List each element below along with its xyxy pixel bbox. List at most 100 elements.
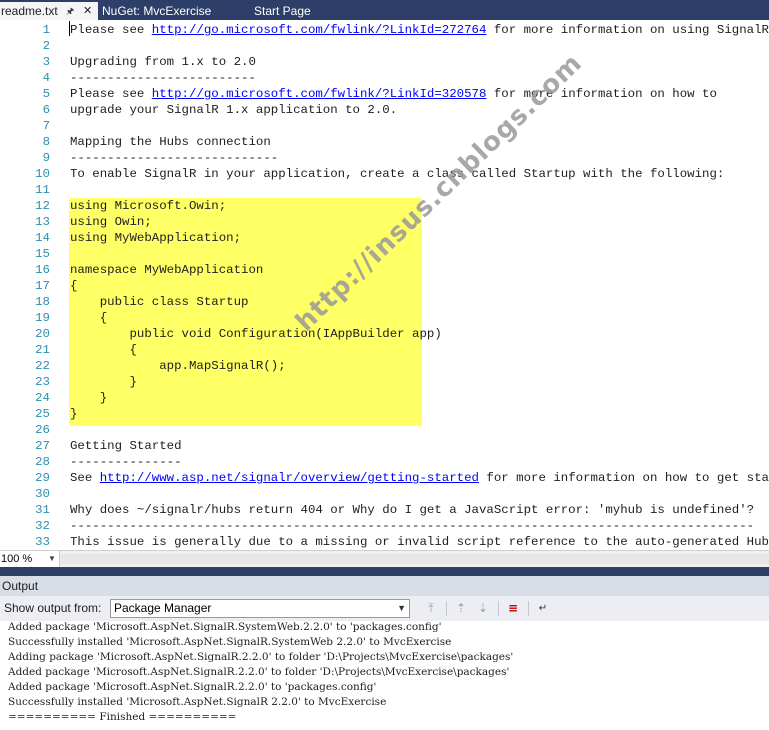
line-number: 13 <box>35 215 50 229</box>
editor-status-strip: 100 % ▼ <box>0 550 769 567</box>
text-run: ---------------------------- <box>70 151 279 165</box>
pin-icon[interactable]: 🖈 <box>66 2 74 20</box>
line-text: Please see http://go.microsoft.com/fwlin… <box>70 86 717 102</box>
line-text: } <box>70 390 107 406</box>
line-number: 15 <box>35 247 50 261</box>
line-text: using Microsoft.Owin; <box>70 198 226 214</box>
horizontal-scrollbar[interactable] <box>61 554 769 564</box>
text-run: using Microsoft.Owin; <box>70 199 227 213</box>
editor-line: 21 { <box>0 342 769 358</box>
line-number: 5 <box>42 87 50 101</box>
editor-line: 29 See http://www.asp.net/signalr/overvie… <box>0 470 769 486</box>
toolbar-separator <box>446 601 447 616</box>
text-run: ------------------------- <box>70 71 256 85</box>
editor-line: 3 Upgrading from 1.x to 2.0 <box>0 54 769 70</box>
text-editor[interactable]: 1 Please see http://go.microsoft.com/fwli… <box>0 20 769 550</box>
tab-label: NuGet: MvcExercise <box>102 4 212 18</box>
tab-nuget[interactable]: NuGet: MvcExercise <box>102 2 211 20</box>
document-tab-bar: readme.txt 🖈 ✕ NuGet: MvcExercise Start … <box>0 0 769 20</box>
text-run: using Owin; <box>70 215 152 229</box>
line-number: 9 <box>42 151 50 165</box>
show-output-label: Show output from: <box>4 601 102 615</box>
find-message-icon[interactable]: ⤒ <box>422 600 440 617</box>
line-number: 1 <box>42 23 50 37</box>
editor-line: 28 --------------- <box>0 454 769 470</box>
text-run: This issue is generally due to a missing… <box>70 535 769 549</box>
line-number: 29 <box>35 471 50 485</box>
output-toolbar: Show output from: Package Manager ▼ ⤒ ⇡ … <box>0 596 769 621</box>
tab-start-page[interactable]: Start Page <box>254 2 311 20</box>
editor-line: 17 { <box>0 278 769 294</box>
editor-line: 9 ---------------------------- <box>0 150 769 166</box>
editor-line: 32 --------------------------------------… <box>0 518 769 534</box>
line-number: 12 <box>35 199 50 213</box>
chevron-down-icon: ▼ <box>397 603 406 613</box>
toggle-word-wrap-icon[interactable]: ↵ <box>534 600 552 617</box>
go-previous-icon[interactable]: ⇡ <box>452 600 470 617</box>
line-text: } <box>70 406 77 422</box>
go-next-icon[interactable]: ⇣ <box>474 600 492 617</box>
output-source-select[interactable]: Package Manager ▼ <box>110 599 410 618</box>
output-line: Adding package 'Microsoft.AspNet.SignalR… <box>8 651 514 663</box>
line-number: 10 <box>35 167 50 181</box>
line-text: --------------- <box>70 454 182 470</box>
line-text: public class Startup <box>70 294 249 310</box>
line-text: Why does ~/signalr/hubs return 404 or Wh… <box>70 502 754 518</box>
line-number: 30 <box>35 487 50 501</box>
line-number: 11 <box>35 183 50 197</box>
editor-line: 10 To enable SignalR in your application,… <box>0 166 769 182</box>
line-number: 20 <box>35 327 50 341</box>
line-number: 27 <box>35 439 50 453</box>
editor-line: 6 upgrade your SignalR 1.x application to… <box>0 102 769 118</box>
tab-label: Start Page <box>254 4 311 18</box>
line-number: 6 <box>42 103 50 117</box>
line-text: Upgrading from 1.x to 2.0 <box>70 54 256 70</box>
line-number: 7 <box>42 119 50 133</box>
hyperlink[interactable]: http://go.microsoft.com/fwlink/?LinkId=2… <box>152 23 487 37</box>
line-text: ------------------------- <box>70 70 256 86</box>
line-number: 18 <box>35 295 50 309</box>
text-run: See <box>70 471 100 485</box>
line-text: using MyWebApplication; <box>70 230 241 246</box>
tab-label: readme.txt <box>1 4 58 18</box>
line-number: 8 <box>42 135 50 149</box>
text-run: namespace MyWebApplication <box>70 263 264 277</box>
text-run: --------------- <box>70 455 182 469</box>
line-text: ----------------------------------------… <box>70 518 754 534</box>
line-number: 32 <box>35 519 50 533</box>
editor-line: 7 <box>0 118 769 134</box>
output-line: Added package 'Microsoft.AspNet.SignalR.… <box>8 621 442 633</box>
tab-readme[interactable]: readme.txt 🖈 ✕ <box>0 2 98 20</box>
text-run: Mapping the Hubs connection <box>70 135 271 149</box>
line-number: 26 <box>35 423 50 437</box>
close-icon[interactable]: ✕ <box>83 2 92 20</box>
panel-splitter[interactable] <box>0 567 769 576</box>
line-text: ---------------------------- <box>70 150 278 166</box>
text-caret <box>69 21 70 36</box>
toolbar-separator <box>528 601 529 616</box>
output-panel-title: Output <box>0 576 769 596</box>
line-text: public void Configuration(IAppBuilder ap… <box>70 326 441 342</box>
output-text-area[interactable]: Added package 'Microsoft.AspNet.SignalR.… <box>0 621 769 730</box>
clear-all-icon[interactable]: ≡ <box>504 600 522 617</box>
hyperlink[interactable]: http://www.asp.net/signalr/overview/gett… <box>100 471 479 485</box>
text-run: { <box>70 343 137 357</box>
line-number: 4 <box>42 71 50 85</box>
line-number: 22 <box>35 359 50 373</box>
hyperlink[interactable]: http://go.microsoft.com/fwlink/?LinkId=3… <box>152 87 487 101</box>
editor-line: 4 ------------------------- <box>0 70 769 86</box>
line-text: This issue is generally due to a missing… <box>70 534 769 550</box>
editor-line: 23 } <box>0 374 769 390</box>
output-source-value: Package Manager <box>114 601 212 615</box>
toolbar-separator <box>498 601 499 616</box>
editor-line: 2 <box>0 38 769 54</box>
editor-line: 30 <box>0 486 769 502</box>
text-run: Why does ~/signalr/hubs return 404 or Wh… <box>70 503 755 517</box>
line-text: Mapping the Hubs connection <box>70 134 271 150</box>
editor-line: 8 Mapping the Hubs connection <box>0 134 769 150</box>
editor-line: 27 Getting Started <box>0 438 769 454</box>
output-line: Successfully installed 'Microsoft.AspNet… <box>8 696 387 708</box>
line-number: 31 <box>35 503 50 517</box>
line-text: { <box>70 342 137 358</box>
zoom-dropdown[interactable]: 100 % ▼ <box>0 551 60 567</box>
